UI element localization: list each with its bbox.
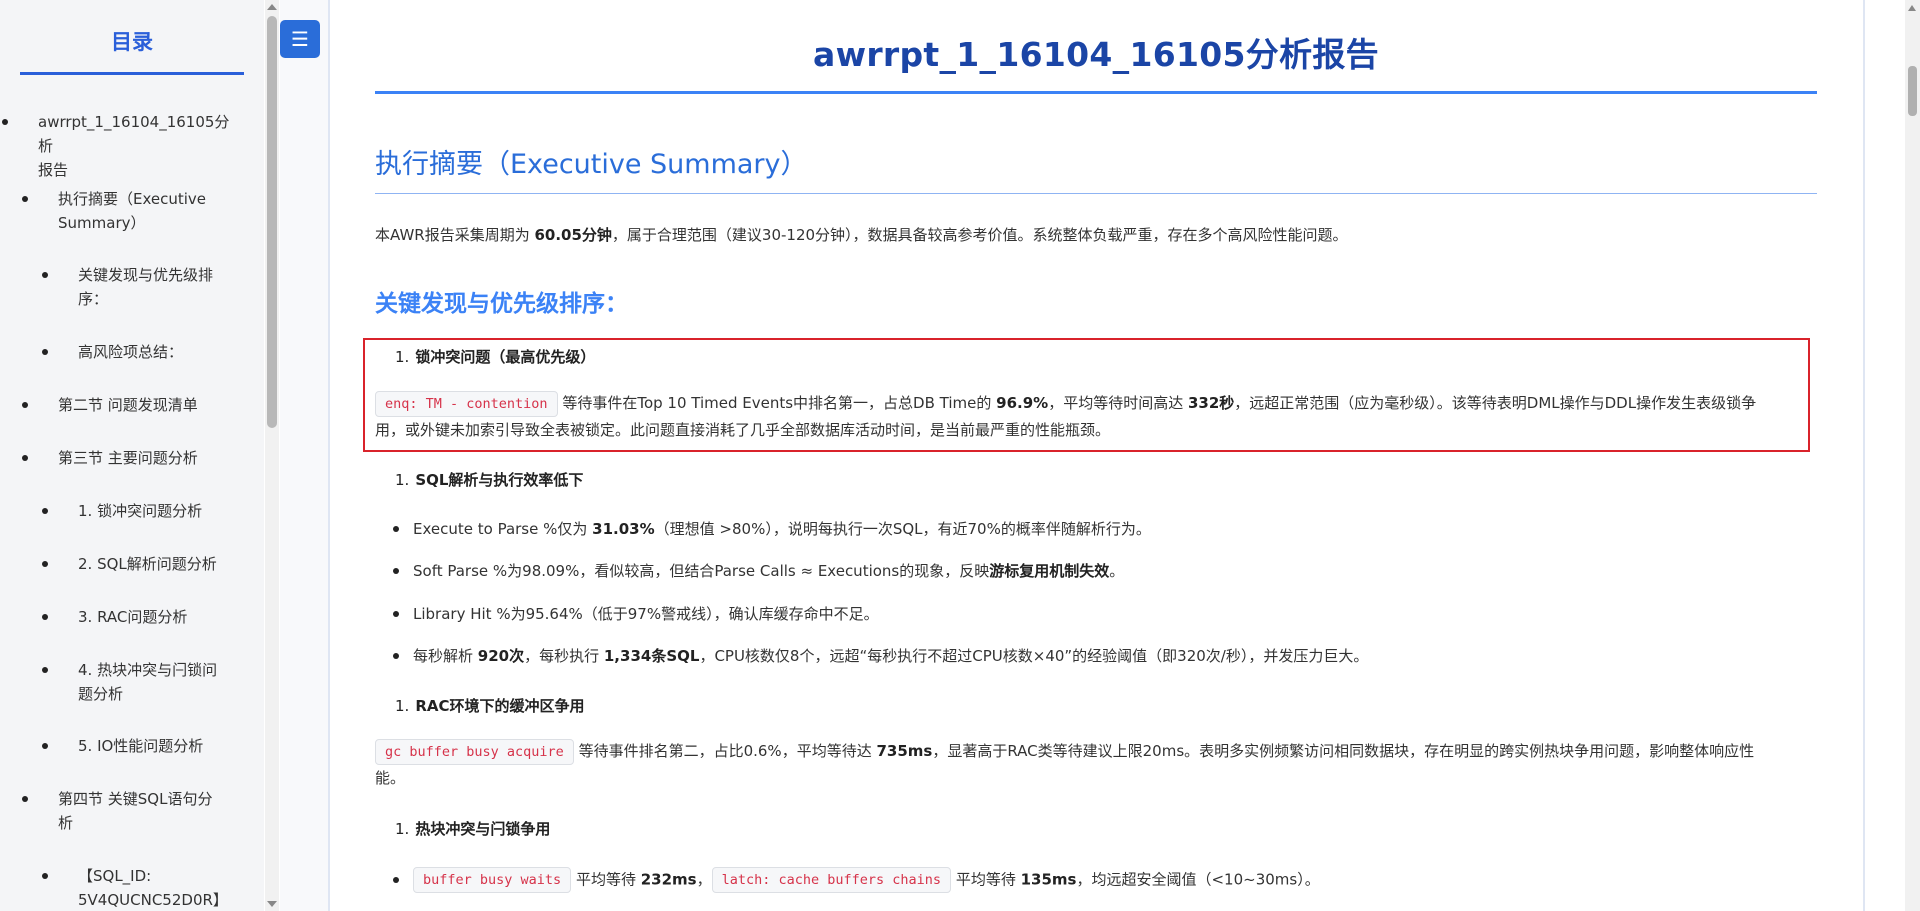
toc-bullet [42,349,48,355]
toc-bullet [42,561,48,567]
toc-bullet [22,402,28,408]
scroll-down-arrow-icon[interactable] [267,901,277,907]
scroll-up-arrow-icon[interactable] [267,4,277,10]
list-item: Soft Parse %为98.09%，看似较高，但结合Parse Calls … [393,560,1124,581]
main-scroll-thumb[interactable] [1908,66,1917,116]
toc-item-executive-summary[interactable]: 执行摘要（Executive Summary） [22,187,238,235]
toc-item-lock-analysis[interactable]: 1. 锁冲突问题分析 [42,499,238,523]
toc-bullet [42,508,48,514]
wait-event-code: buffer busy waits [413,867,572,893]
list-item: 每秒解析 920次，每秒执行 1,334条SQL，CPU核数仅8个，远超“每秒执… [393,645,1368,666]
toc-item-sql-id[interactable]: 【SQL_ID: 5V4QUCNC52D0R】 [42,864,238,911]
toc-bullet [22,455,28,461]
highlight-box [363,338,1810,452]
toc-item-section-3[interactable]: 第三节 主要问题分析 [22,446,238,470]
content-right-border [1863,0,1865,911]
list-item: buffer busy waits 平均等待 232ms， latch: cach… [393,867,1320,893]
summary-divider [375,193,1817,194]
executive-summary-heading: 执行摘要（Executive Summary） [375,149,808,180]
finding-4-title: 1. 热块冲突与闩锁争用 [395,820,551,838]
hamburger-menu-icon: ☰ [291,27,309,51]
toc-bullet [22,796,28,802]
finding-3-body: gc buffer busy acquire 等待事件排名第二，占比0.6%，平… [375,738,1754,791]
toc-bullet [2,119,8,125]
toggle-sidebar-button[interactable]: ☰ [280,20,320,58]
toc-item-high-risk[interactable]: 高风险项总结： [42,340,238,364]
sidebar-scrollbar[interactable] [265,0,279,911]
toc-sidebar: 目录 awrrpt_1_16104_16105分析 报告 执行摘要（Execut… [0,0,264,911]
toc-item-report[interactable]: awrrpt_1_16104_16105分析 报告 [2,110,234,182]
main-scrollbar[interactable] [1905,0,1920,911]
wait-event-code: latch: cache buffers chains [711,867,952,893]
toc-bullet [42,873,48,879]
toc-item-io-analysis[interactable]: 5. IO性能问题分析 [42,734,238,758]
wait-event-code: gc buffer busy acquire [375,738,574,765]
finding-2-title: 1. SQL解析与执行效率低下 [395,471,584,489]
page-title: awrrpt_1_16104_16105分析报告 [813,35,1379,74]
list-item: Execute to Parse %仅为 31.03%（理想值 >80%），说明… [393,518,1151,539]
gutter [280,0,328,911]
report-content: awrrpt_1_16104_16105分析报告 执行摘要（Executive … [330,0,1863,911]
key-findings-heading: 关键发现与优先级排序： [375,291,628,317]
toc-bullet [42,272,48,278]
toc-bullet [42,743,48,749]
toc-title: 目录 [20,26,244,75]
toc-item-section-4[interactable]: 第四节 关键SQL语句分 析 [22,787,238,835]
toc-item-sql-parse-analysis[interactable]: 2. SQL解析问题分析 [42,552,238,576]
toc-item-hot-block-analysis[interactable]: 4. 热块冲突与闩锁问 题分析 [42,658,238,706]
finding-3-title: 1. RAC环境下的缓冲区争用 [395,697,585,715]
sidebar-scroll-thumb[interactable] [267,16,277,428]
scroll-up-arrow-icon[interactable] [1908,5,1916,11]
toc-bullet [22,196,28,202]
list-item: Library Hit %为95.64%（低于97%警戒线），确认库缓存命中不足… [393,603,879,624]
toc-bullet [42,667,48,673]
intro-paragraph: 本AWR报告采集周期为 60.05分钟，属于合理范围（建议30-120分钟），数… [375,226,1348,244]
toc-bullet [42,614,48,620]
toc-item-section-2[interactable]: 第二节 问题发现清单 [22,393,238,417]
toc-item-rac-analysis[interactable]: 3. RAC问题分析 [42,605,238,629]
toc-item-key-findings[interactable]: 关键发现与优先级排 序： [42,263,238,311]
title-divider [375,91,1817,94]
